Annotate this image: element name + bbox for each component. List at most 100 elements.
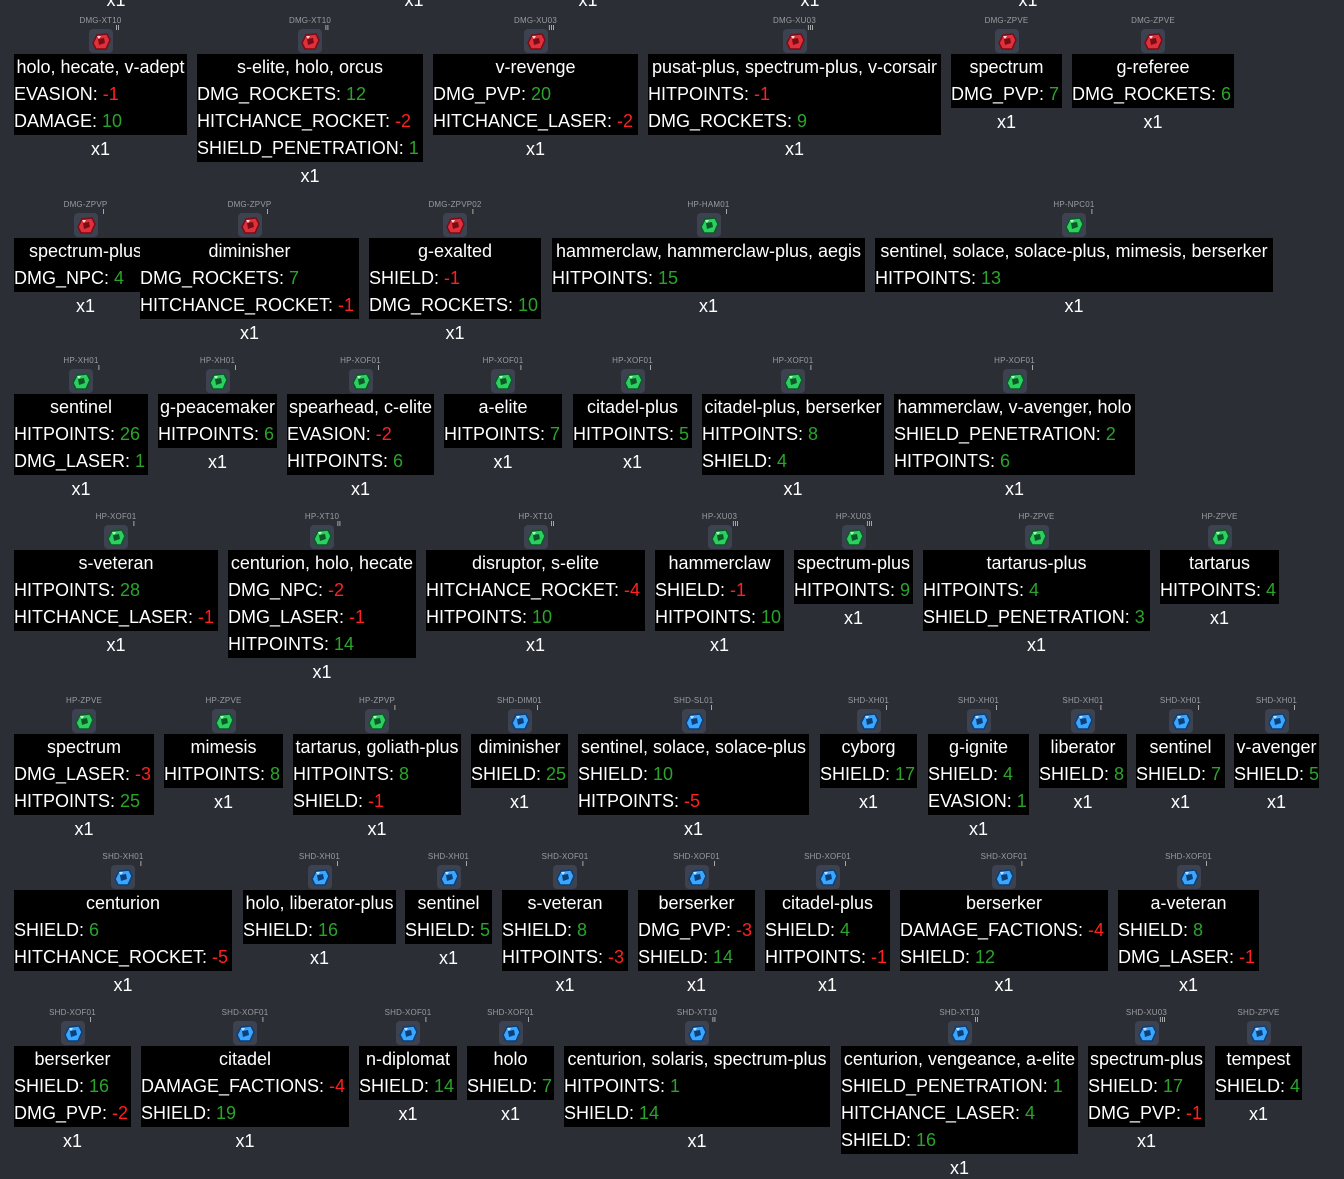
- quantity-label: x1: [994, 975, 1014, 995]
- module-tooltip: v-avenger SHIELD: 5: [1234, 734, 1319, 788]
- hitpoints-module-icon[interactable]: I: [1002, 364, 1034, 394]
- hitpoints-module-icon[interactable]: III: [707, 520, 739, 550]
- shield-module-icon[interactable]: I: [552, 860, 584, 890]
- stat-value: 4: [840, 920, 851, 940]
- quantity-label: x1: [1073, 792, 1093, 812]
- damage-module-icon[interactable]: III: [523, 24, 555, 54]
- quantity-label: x1: [683, 819, 704, 839]
- shield-module-icon[interactable]: I: [307, 860, 339, 890]
- shield-module-icon[interactable]: I: [684, 860, 716, 890]
- damage-module-icon[interactable]: III: [782, 24, 814, 54]
- shield-module-icon[interactable]: III: [1134, 1016, 1166, 1046]
- stat-row: DMG_ROCKETS: 6: [1072, 81, 1234, 108]
- damage-module-icon[interactable]: I: [237, 208, 269, 238]
- shield-module-icon[interactable]: I: [507, 704, 539, 734]
- stat-value: 10: [102, 111, 123, 131]
- shield-module-icon[interactable]: I: [681, 704, 713, 734]
- damage-module-icon[interactable]: I: [442, 208, 474, 238]
- hitpoints-module-icon[interactable]: II: [523, 520, 555, 550]
- hitpoints-module-icon[interactable]: I: [780, 364, 812, 394]
- shield-module-icon[interactable]: I: [110, 860, 142, 890]
- stat-value: 4: [1290, 1076, 1301, 1096]
- module-tooltip: tartarus HITPOINTS: 4: [1160, 550, 1279, 604]
- stat-row: SHIELD: 5: [405, 917, 492, 944]
- stat-row: HITPOINTS: 10: [426, 604, 645, 631]
- module-tooltip: g-referee DMG_ROCKETS: 6: [1072, 54, 1234, 108]
- shield-module-icon[interactable]: I: [1176, 860, 1208, 890]
- module-tooltip: sentinel, solace, solace-plus SHIELD: 10 H…: [578, 734, 809, 815]
- module-ships: g-peacemaker: [159, 397, 276, 417]
- stat-value: -2: [328, 580, 345, 600]
- hitpoints-module-icon[interactable]: I: [103, 520, 135, 550]
- hitpoints-module-icon[interactable]: I: [68, 364, 100, 394]
- hitpoints-module-icon[interactable]: I: [696, 208, 728, 238]
- shield-module-icon[interactable]: I: [1264, 704, 1296, 734]
- stat-name: SHIELD:: [1118, 920, 1194, 940]
- stat-value: -1: [871, 947, 888, 967]
- shield-module-icon[interactable]: I: [436, 860, 468, 890]
- module-tooltip: centurion, holo, hecate DMG_NPC: -2 DMG_LA…: [228, 550, 416, 658]
- damage-module-icon[interactable]: [994, 28, 1020, 54]
- shield-module-icon[interactable]: I: [232, 1016, 264, 1046]
- hitpoints-module-icon[interactable]: [1207, 524, 1233, 550]
- shield-module-icon[interactable]: II: [684, 1016, 716, 1046]
- quantity-label: x1: [698, 296, 719, 316]
- hitpoints-module-icon[interactable]: II: [309, 520, 341, 550]
- shield-module-icon[interactable]: I: [966, 704, 998, 734]
- tier-mark: III: [548, 24, 555, 32]
- hitpoints-module-icon[interactable]: I: [1061, 208, 1093, 238]
- stat-row: HITPOINTS: 25: [14, 788, 154, 815]
- shield-module-icon[interactable]: I: [498, 1016, 530, 1046]
- module-code: SHD-ZPVE: [1237, 1008, 1280, 1017]
- shield-module-icon[interactable]: I: [60, 1016, 92, 1046]
- quantity-label: x1: [404, 0, 424, 10]
- stat-value: 1: [1016, 791, 1027, 811]
- damage-module-icon[interactable]: [1140, 28, 1166, 54]
- stat-row: SHIELD: 16: [14, 1073, 131, 1100]
- stat-row: HITPOINTS: 10: [655, 604, 784, 631]
- stat-row: HITPOINTS: -1: [648, 81, 941, 108]
- shield-module-icon[interactable]: II: [947, 1016, 979, 1046]
- damage-module-icon[interactable]: II: [297, 24, 329, 54]
- stat-value: 26: [120, 424, 141, 444]
- shield-module-icon[interactable]: I: [1070, 704, 1102, 734]
- hitpoints-module-icon[interactable]: I: [620, 364, 652, 394]
- hitpoints-module-icon[interactable]: I: [205, 364, 237, 394]
- stat-value: -1: [349, 607, 366, 627]
- stat-value: 5: [480, 920, 491, 940]
- module-tooltip: a-veteran SHIELD: 8 DMG_LASER: -1: [1118, 890, 1259, 971]
- module-tooltip: g-ignite SHIELD: 4 EVASION: 1: [928, 734, 1029, 815]
- stat-row: DAMAGE_FACTIONS: -4: [900, 917, 1108, 944]
- damage-module-icon[interactable]: I: [73, 208, 105, 238]
- hitpoints-module-icon[interactable]: III: [841, 520, 873, 550]
- hitpoints-module-icon[interactable]: [1024, 524, 1050, 550]
- module-code: SHD-SL01: [673, 696, 714, 705]
- shield-module-icon[interactable]: [1246, 1020, 1272, 1046]
- quantity-label: x1: [106, 635, 126, 655]
- hitpoints-module-icon[interactable]: [71, 708, 97, 734]
- stat-name: HITPOINTS:: [293, 764, 400, 784]
- hitpoints-module-icon[interactable]: [211, 708, 237, 734]
- hitpoints-module-icon[interactable]: I: [490, 364, 522, 394]
- module-tooltip: g-exalted SHIELD: -1 DMG_ROCKETS: 10: [369, 238, 541, 319]
- shield-module-icon[interactable]: I: [815, 860, 847, 890]
- stat-name: SHIELD:: [765, 920, 841, 940]
- tier-mark: II: [115, 24, 120, 32]
- module-ships: diminisher: [478, 737, 561, 757]
- quantity-label: x1: [996, 112, 1017, 132]
- quantity-label: x1: [309, 948, 330, 968]
- hitpoints-module-icon[interactable]: I: [348, 364, 380, 394]
- shield-module-icon[interactable]: I: [991, 860, 1023, 890]
- shield-module-icon[interactable]: I: [1168, 704, 1200, 734]
- stat-row: SHIELD: 8: [1039, 761, 1127, 788]
- stat-row: SHIELD: 10: [578, 761, 809, 788]
- module-tooltip: berserker SHIELD: 16 DMG_PVP: -2: [14, 1046, 131, 1127]
- shield-module-icon[interactable]: I: [856, 704, 888, 734]
- quantity-label: x1: [525, 635, 546, 655]
- damage-module-icon[interactable]: II: [88, 24, 120, 54]
- tier-mark: II: [550, 520, 555, 528]
- stat-row: DMG_LASER: -1: [1118, 944, 1259, 971]
- shield-module-icon[interactable]: I: [395, 1016, 427, 1046]
- hitpoints-module-icon[interactable]: I: [364, 704, 396, 734]
- stat-row: HITCHANCE_ROCKET: -4: [426, 577, 645, 604]
